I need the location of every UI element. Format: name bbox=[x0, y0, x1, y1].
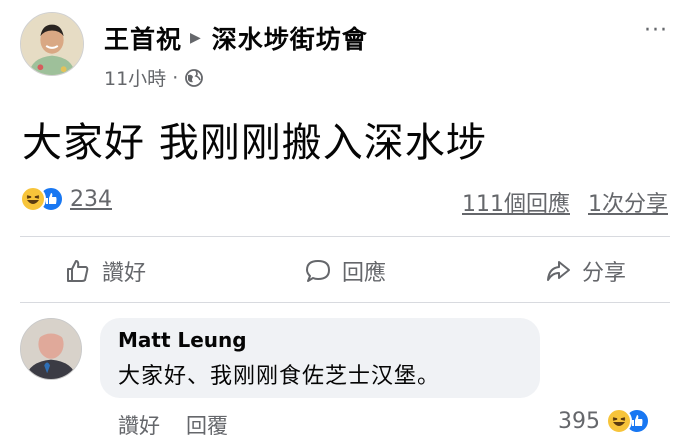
post-stats: 111個回應 1次分享 bbox=[462, 186, 668, 218]
speech-bubble-icon bbox=[305, 260, 330, 282]
thumbs-up-icon bbox=[67, 260, 89, 282]
comment-text: 大家好、我刚刚食佐芝士汉堡。 bbox=[118, 364, 441, 389]
post-reactions[interactable]: 234 bbox=[20, 186, 112, 212]
author-name[interactable]: 王首祝 bbox=[104, 20, 182, 56]
divider bbox=[20, 236, 670, 237]
comment-button[interactable]: 回應 bbox=[304, 250, 386, 292]
share-button[interactable]: 分享 bbox=[544, 250, 626, 292]
haha-reaction-icon bbox=[20, 186, 46, 212]
comment-reply-link[interactable]: 回覆 bbox=[186, 410, 228, 440]
like-label: 讚好 bbox=[102, 261, 147, 286]
reaction-count[interactable]: 234 bbox=[70, 187, 112, 212]
post-text: 大家好 我刚刚搬入深水埗 bbox=[22, 120, 487, 166]
comment-bubble: Matt Leung 大家好、我刚刚食佐芝士汉堡。 bbox=[100, 318, 540, 398]
commenter-avatar-image bbox=[21, 319, 81, 379]
globe-icon bbox=[184, 68, 204, 88]
arrow-right-icon: ▶ bbox=[190, 30, 202, 46]
comment-label: 回應 bbox=[341, 261, 386, 286]
share-arrow-icon bbox=[546, 261, 570, 281]
author-avatar[interactable] bbox=[20, 12, 84, 76]
meta-separator: · bbox=[172, 66, 179, 89]
commenter-avatar[interactable] bbox=[20, 318, 82, 380]
like-button[interactable]: 讚好 bbox=[64, 250, 146, 292]
post-time[interactable]: 11小時 bbox=[104, 64, 166, 91]
author-avatar-image bbox=[21, 13, 83, 75]
comments-count[interactable]: 111個回應 bbox=[462, 186, 570, 218]
post-header: 王首祝 ▶ 深水埗街坊會 bbox=[104, 20, 368, 56]
comment-actions: 讚好 回覆 bbox=[118, 410, 228, 440]
shares-count[interactable]: 1次分享 bbox=[588, 186, 668, 218]
commenter-name[interactable]: Matt Leung bbox=[118, 328, 522, 352]
comment-reactions[interactable]: 395 bbox=[558, 408, 650, 434]
post-meta: 11小時 · bbox=[104, 64, 204, 91]
comment-like-link[interactable]: 讚好 bbox=[118, 410, 160, 440]
divider bbox=[20, 302, 670, 303]
share-label: 分享 bbox=[581, 261, 626, 286]
more-options-icon[interactable]: ··· bbox=[644, 18, 668, 43]
group-name[interactable]: 深水埗街坊會 bbox=[212, 20, 368, 56]
action-bar: 讚好 回應 分享 bbox=[20, 250, 670, 292]
haha-reaction-icon bbox=[606, 408, 632, 434]
comment-reaction-count: 395 bbox=[558, 408, 600, 434]
